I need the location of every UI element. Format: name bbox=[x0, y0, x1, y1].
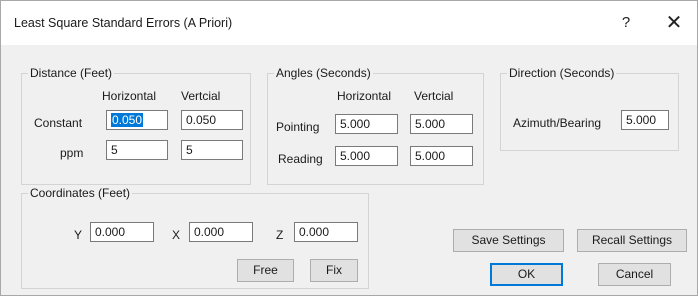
coordinate-z-label: Z bbox=[276, 228, 284, 242]
coordinates-group-label: Coordinates (Feet) bbox=[28, 186, 133, 200]
direction-group: Direction (Seconds) Azimuth/Bearing 5.00… bbox=[500, 66, 679, 151]
save-settings-button[interactable]: Save Settings bbox=[453, 229, 564, 252]
angles-row-reading: Reading bbox=[278, 152, 323, 166]
title-bar: Least Square Standard Errors (A Priori) … bbox=[1, 1, 697, 45]
close-button[interactable]: ✕ bbox=[661, 12, 687, 34]
angles-group: Angles (Seconds) Horizontal Vertcial Poi… bbox=[267, 66, 484, 185]
window-title: Least Square Standard Errors (A Priori) bbox=[14, 16, 233, 30]
azimuth-bearing-input[interactable]: 5.000 bbox=[621, 110, 669, 130]
angles-reading-horizontal-input[interactable]: 5.000 bbox=[335, 146, 398, 166]
coordinate-y-input[interactable]: 0.000 bbox=[90, 222, 154, 242]
coordinate-z-input[interactable]: 0.000 bbox=[294, 222, 358, 242]
cancel-button[interactable]: Cancel bbox=[598, 263, 671, 286]
distance-col-horizontal: Horizontal bbox=[102, 89, 157, 103]
distance-constant-horizontal-input[interactable]: 0.050 bbox=[106, 110, 168, 130]
distance-col-vertical: Vertcial bbox=[181, 89, 221, 103]
free-button[interactable]: Free bbox=[237, 259, 294, 282]
angles-pointing-horizontal-input[interactable]: 5.000 bbox=[335, 114, 398, 134]
distance-group-label: Distance (Feet) bbox=[28, 66, 115, 80]
coordinates-group: Coordinates (Feet) Y 0.000 X 0.000 Z 0.0… bbox=[21, 186, 369, 289]
angles-col-horizontal: Horizontal bbox=[337, 89, 392, 103]
angles-col-vertical: Vertcial bbox=[414, 89, 454, 103]
coordinate-x-input[interactable]: 0.000 bbox=[189, 222, 253, 242]
distance-group: Distance (Feet) Horizontal Vertcial Cons… bbox=[21, 66, 251, 185]
distance-ppm-horizontal-input[interactable]: 5 bbox=[106, 140, 168, 160]
angles-row-pointing: Pointing bbox=[276, 120, 320, 134]
dialog-window: Least Square Standard Errors (A Priori) … bbox=[0, 0, 698, 296]
angles-reading-vertical-input[interactable]: 5.000 bbox=[410, 146, 473, 166]
help-button[interactable]: ? bbox=[613, 12, 639, 34]
coordinate-x-label: X bbox=[172, 228, 181, 242]
distance-row-ppm: ppm bbox=[60, 146, 84, 160]
distance-constant-horizontal-value: 0.050 bbox=[111, 113, 144, 127]
fix-button[interactable]: Fix bbox=[310, 259, 358, 282]
distance-constant-vertical-input[interactable]: 0.050 bbox=[181, 110, 243, 130]
distance-row-constant: Constant bbox=[34, 116, 83, 130]
azimuth-bearing-label: Azimuth/Bearing bbox=[513, 116, 602, 130]
direction-group-label: Direction (Seconds) bbox=[507, 66, 617, 80]
recall-settings-button[interactable]: Recall Settings bbox=[577, 229, 687, 252]
angles-pointing-vertical-input[interactable]: 5.000 bbox=[410, 114, 473, 134]
coordinate-y-label: Y bbox=[74, 228, 83, 242]
ok-button[interactable]: OK bbox=[490, 263, 563, 286]
angles-group-label: Angles (Seconds) bbox=[274, 66, 373, 80]
distance-ppm-vertical-input[interactable]: 5 bbox=[181, 140, 243, 160]
